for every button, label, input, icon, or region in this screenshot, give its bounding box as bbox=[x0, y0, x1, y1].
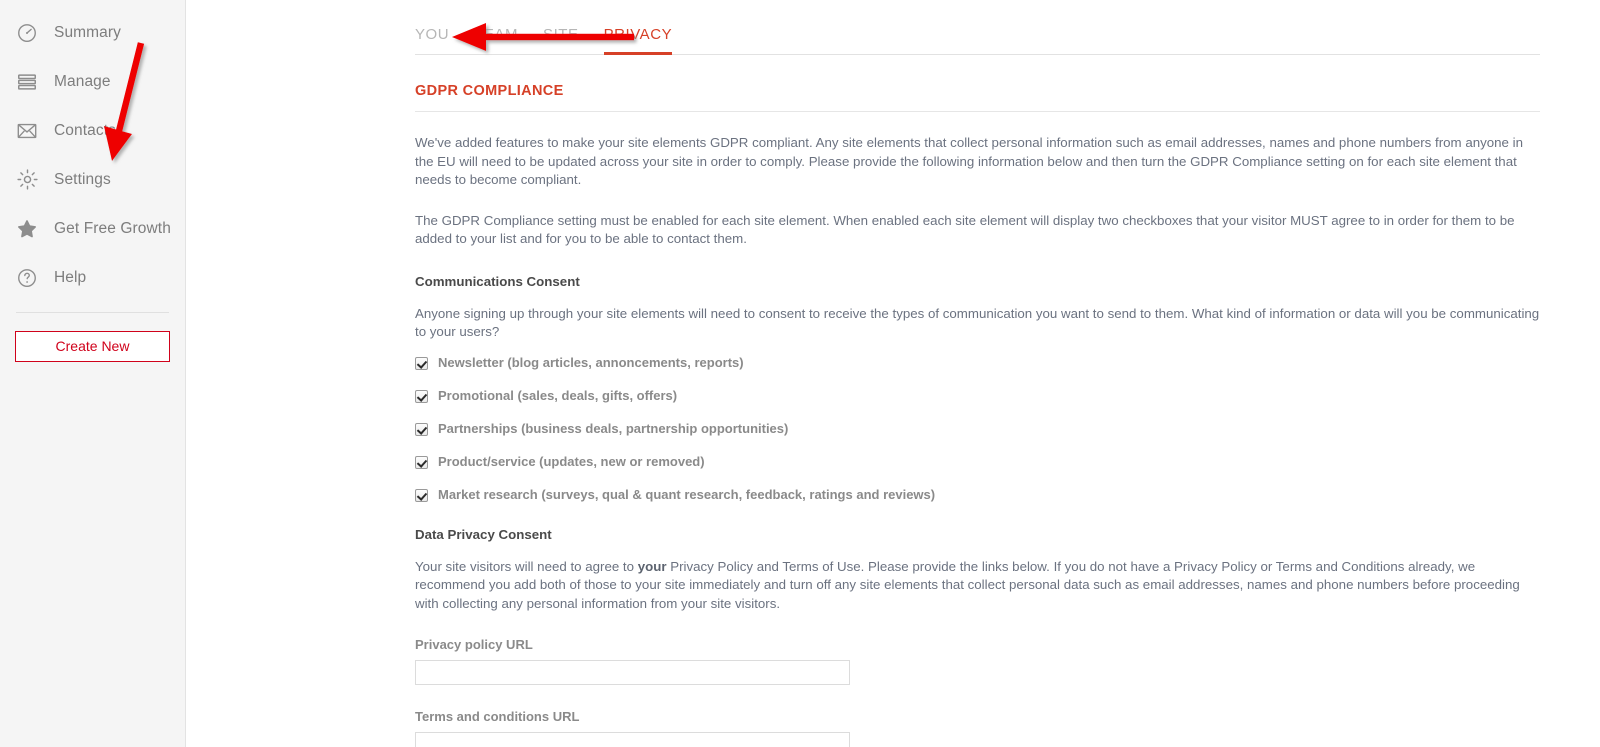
sidebar-item-help[interactable]: Help bbox=[0, 253, 185, 302]
terms-and-conditions-url-label: Terms and conditions URL bbox=[415, 709, 580, 724]
data-privacy-consent-description: Your site visitors will need to agree to… bbox=[415, 558, 1540, 614]
sidebar-item-label: Get Free Growth bbox=[54, 219, 171, 237]
intro-paragraph-2: The GDPR Compliance setting must be enab… bbox=[415, 212, 1515, 247]
checkbox-checked-icon[interactable] bbox=[415, 488, 428, 502]
consent-option-label[interactable]: Partnerships (business deals, partnershi… bbox=[438, 421, 788, 436]
consent-option-label[interactable]: Promotional (sales, deals, gifts, offers… bbox=[438, 388, 677, 403]
tab-team[interactable]: TEAM bbox=[474, 26, 518, 55]
privacy-policy-url-input[interactable] bbox=[415, 660, 850, 685]
sidebar-item-label: Help bbox=[54, 268, 87, 286]
terms-and-conditions-url-input[interactable] bbox=[415, 732, 850, 747]
app-root: Summary Manage Contacts Settings Get Fre… bbox=[0, 0, 1600, 747]
consent-option-label[interactable]: Newsletter (blog articles, annoncements,… bbox=[438, 355, 744, 370]
speedometer-icon bbox=[14, 20, 40, 46]
consent-option-label[interactable]: Product/service (updates, new or removed… bbox=[438, 454, 705, 469]
consent-option-newsletter[interactable]: Newsletter (blog articles, annoncements,… bbox=[415, 355, 1540, 370]
checkbox-checked-icon[interactable] bbox=[415, 422, 428, 436]
communications-consent-description: Anyone signing up through your site elem… bbox=[415, 305, 1540, 340]
gear-icon bbox=[14, 167, 40, 193]
star-icon bbox=[14, 216, 40, 242]
privacy-text-part-1: Your site visitors will need to agree to bbox=[415, 558, 638, 574]
tab-bar: YOU TEAM SITE PRIVACY bbox=[415, 0, 1540, 55]
tab-you[interactable]: YOU bbox=[415, 26, 449, 55]
question-circle-icon bbox=[14, 265, 40, 291]
data-privacy-consent-heading: Data Privacy Consent bbox=[415, 526, 552, 542]
checkbox-checked-icon[interactable] bbox=[415, 455, 428, 469]
tab-site[interactable]: SITE bbox=[543, 26, 579, 55]
create-new-button[interactable]: Create New bbox=[15, 331, 170, 362]
consent-option-product-service[interactable]: Product/service (updates, new or removed… bbox=[415, 454, 1540, 469]
sidebar: Summary Manage Contacts Settings Get Fre… bbox=[0, 0, 186, 747]
sidebar-item-summary[interactable]: Summary bbox=[0, 8, 185, 57]
sidebar-item-manage[interactable]: Manage bbox=[0, 57, 185, 106]
checkbox-checked-icon[interactable] bbox=[415, 389, 428, 403]
communications-consent-heading: Communications Consent bbox=[415, 273, 580, 289]
consent-option-promotional[interactable]: Promotional (sales, deals, gifts, offers… bbox=[415, 388, 1540, 403]
envelope-icon bbox=[14, 118, 40, 144]
sidebar-item-label: Manage bbox=[54, 72, 111, 90]
tab-privacy[interactable]: PRIVACY bbox=[603, 26, 673, 55]
communications-consent-options: Newsletter (blog articles, annoncements,… bbox=[415, 355, 1540, 502]
intro-paragraph-1: We've added features to make your site e… bbox=[415, 135, 1523, 187]
consent-option-partnerships[interactable]: Partnerships (business deals, partnershi… bbox=[415, 421, 1540, 436]
privacy-text-bold: your bbox=[637, 558, 667, 574]
sidebar-item-contacts[interactable]: Contacts bbox=[0, 106, 185, 155]
consent-option-market-research[interactable]: Market research (surveys, qual & quant r… bbox=[415, 487, 1540, 502]
layers-icon bbox=[14, 69, 40, 95]
sidebar-divider bbox=[16, 312, 169, 313]
sidebar-item-label: Settings bbox=[54, 170, 111, 188]
sidebar-item-get-free-growth[interactable]: Get Free Growth bbox=[0, 204, 185, 253]
checkbox-checked-icon[interactable] bbox=[415, 356, 428, 370]
privacy-policy-url-label: Privacy policy URL bbox=[415, 637, 533, 652]
sidebar-item-label: Contacts bbox=[54, 121, 116, 139]
consent-option-label[interactable]: Market research (surveys, qual & quant r… bbox=[438, 487, 935, 502]
main-content: YOU TEAM SITE PRIVACY GDPR COMPLIANCE We… bbox=[186, 0, 1600, 747]
sidebar-item-label: Summary bbox=[54, 23, 122, 41]
page-title: GDPR COMPLIANCE bbox=[415, 83, 1540, 112]
sidebar-item-settings[interactable]: Settings bbox=[0, 155, 185, 204]
